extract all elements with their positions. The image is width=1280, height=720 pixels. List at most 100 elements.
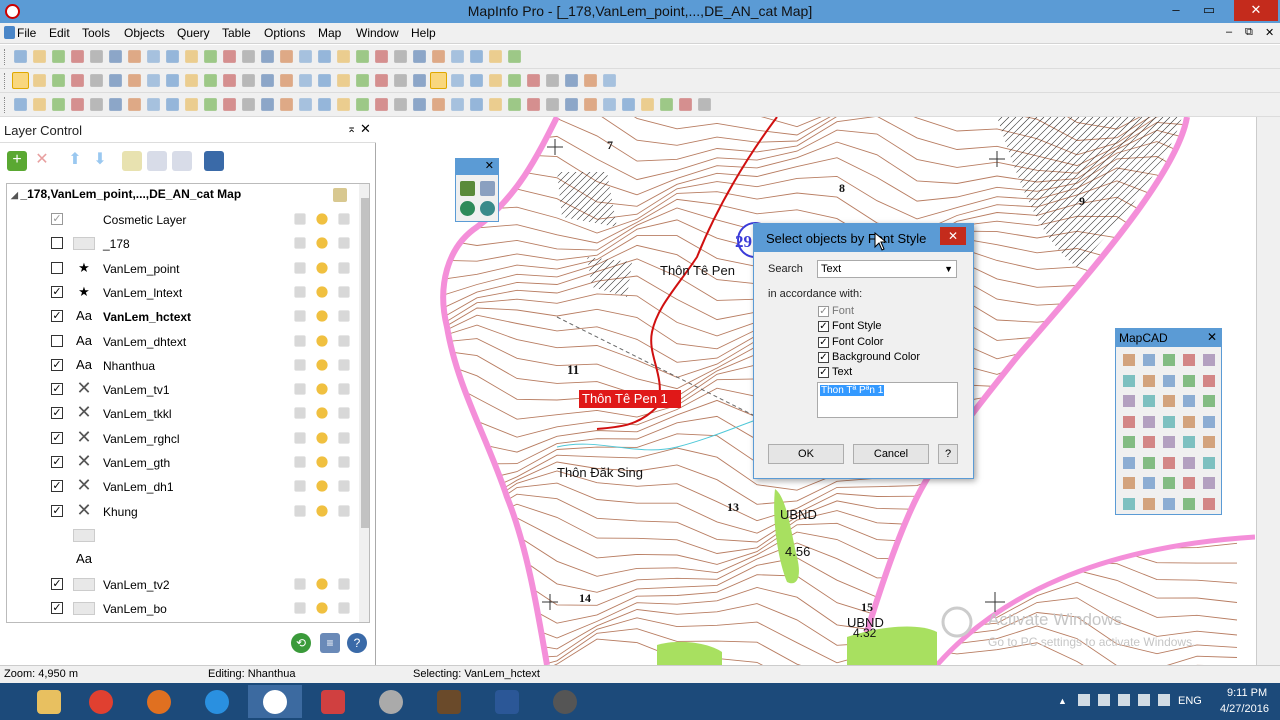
mapcad-tool-button[interactable]: [1163, 497, 1175, 510]
editable-icon[interactable]: [294, 383, 306, 395]
toolbar-button[interactable]: [565, 98, 578, 111]
toolbar-button[interactable]: [337, 50, 350, 63]
toolbar-button[interactable]: [356, 50, 369, 63]
toolbar-grip[interactable]: [4, 49, 7, 65]
layer-options-button[interactable]: [204, 151, 224, 171]
mapcad-tool-button[interactable]: [1163, 374, 1175, 387]
label-icon[interactable]: [338, 286, 350, 298]
network-icon[interactable]: [1098, 694, 1110, 706]
toolbar-button[interactable]: [90, 50, 103, 63]
selectable-icon[interactable]: [316, 261, 328, 274]
layer-visibility-checkbox[interactable]: [51, 261, 63, 274]
label-icon[interactable]: [338, 480, 350, 492]
toolbar-button[interactable]: [660, 98, 673, 111]
toolbar-button[interactable]: [337, 74, 350, 87]
map-label[interactable]: 13: [727, 500, 739, 514]
map-label[interactable]: UBND: [780, 507, 817, 522]
mapcad-tool-button[interactable]: [1123, 497, 1135, 510]
toolbar-button[interactable]: [394, 98, 407, 111]
map-label[interactable]: 11: [567, 362, 579, 377]
toolbar-button[interactable]: [33, 98, 46, 111]
selectable-icon[interactable]: [316, 480, 328, 492]
label-icon[interactable]: [338, 407, 350, 419]
editable-icon[interactable]: [294, 310, 306, 322]
toolbar-button[interactable]: [166, 98, 179, 111]
globe-icon[interactable]: [460, 201, 475, 216]
map-label[interactable]: 8: [839, 181, 845, 195]
selectable-icon[interactable]: [316, 310, 328, 322]
volume-icon[interactable]: [1158, 694, 1170, 706]
text-field[interactable]: Thon Tª Pªn 1: [817, 382, 958, 418]
mapcad-tool-button[interactable]: [1123, 395, 1135, 407]
menu-objects[interactable]: Objects: [124, 26, 165, 40]
layer-row[interactable]: ✓ Aa Nhanthua: [7, 354, 353, 378]
toolbar-button[interactable]: [71, 50, 84, 63]
tray-icon[interactable]: [1118, 694, 1130, 706]
layer-visibility-checkbox[interactable]: ✓: [51, 504, 63, 517]
mapcad-tool-button[interactable]: [1203, 395, 1215, 407]
menu-query[interactable]: Query: [177, 26, 210, 40]
layer-visibility-checkbox[interactable]: ✓: [51, 213, 63, 225]
label-icon[interactable]: [338, 577, 350, 590]
toolbar-button[interactable]: [451, 50, 464, 63]
mapcad-tool-button[interactable]: [1143, 374, 1155, 387]
tray-caret-icon[interactable]: ▲: [1058, 696, 1067, 706]
editable-icon[interactable]: [294, 286, 306, 298]
search-select[interactable]: Text ▼: [817, 260, 957, 278]
toolbar-button[interactable]: [470, 50, 483, 63]
layer-visibility-checkbox[interactable]: ✓: [51, 601, 63, 614]
toolbar-button[interactable]: [375, 50, 388, 63]
toolbar-button[interactable]: [489, 74, 502, 87]
layer-list-scrollbar[interactable]: [359, 184, 369, 622]
layer-settings-button[interactable]: ≡: [320, 633, 340, 653]
editable-icon[interactable]: [294, 261, 306, 274]
help-button[interactable]: ?: [938, 444, 958, 464]
layer-display-button[interactable]: [147, 151, 167, 171]
label-icon[interactable]: [338, 213, 350, 225]
selectable-icon[interactable]: [316, 383, 328, 395]
layer-row[interactable]: Aa VanLem_dhtext: [7, 330, 353, 354]
toolbar-button[interactable]: [90, 98, 103, 111]
toolbar-button[interactable]: [147, 98, 160, 111]
toolbar-button[interactable]: [242, 74, 255, 87]
map-label[interactable]: 4.56: [785, 544, 810, 559]
toolbar-button[interactable]: [432, 50, 445, 63]
layer-visibility-checkbox[interactable]: ✓: [51, 285, 63, 298]
doc-icon[interactable]: [4, 26, 15, 39]
toolbar-button[interactable]: [451, 98, 464, 111]
label-icon[interactable]: [338, 602, 350, 614]
editable-icon[interactable]: [294, 237, 306, 249]
toolbar-button[interactable]: [430, 72, 447, 89]
layer-row[interactable]: Aa: [7, 548, 353, 572]
layer-row[interactable]: ✓ ✕ VanLem_tv1: [7, 378, 353, 402]
toolbar-button[interactable]: [584, 74, 597, 87]
toolbar-button[interactable]: [147, 74, 160, 87]
ok-button[interactable]: OK: [768, 444, 844, 464]
mdi-restore-button[interactable]: ⧉: [1245, 26, 1253, 39]
selectable-icon[interactable]: [316, 602, 328, 614]
mapcad-tool-button[interactable]: [1183, 374, 1195, 387]
layer-row[interactable]: ✓ Aa VanLem_hctext: [7, 305, 353, 329]
toolbar-button[interactable]: [90, 74, 103, 87]
mapcad-tool-button[interactable]: [1203, 456, 1215, 469]
selecting-status[interactable]: Selecting: VanLem_hctext: [413, 668, 540, 680]
toolbar-button[interactable]: [470, 98, 483, 111]
taskbar-file-explorer[interactable]: [22, 685, 76, 718]
mapcad-tool-button[interactable]: [1123, 456, 1135, 469]
toolbar-button[interactable]: [679, 98, 692, 111]
scrollbar-thumb[interactable]: [361, 198, 369, 528]
mdi-minimize-button[interactable]: –: [1226, 26, 1232, 38]
toolbar-button[interactable]: [185, 74, 198, 87]
editable-icon[interactable]: [294, 334, 306, 347]
maximize-button[interactable]: ▭: [1193, 0, 1225, 21]
layer-visibility-checkbox[interactable]: [51, 237, 63, 250]
layer-visibility-checkbox[interactable]: ✓: [51, 310, 63, 323]
close-button[interactable]: ✕: [1234, 0, 1278, 21]
toolbar-button[interactable]: [432, 98, 445, 111]
toolbar-button[interactable]: [375, 98, 388, 111]
toolbar-button[interactable]: [52, 50, 65, 63]
toolbar-button[interactable]: [356, 74, 369, 87]
layer-row[interactable]: _178: [7, 232, 353, 256]
taskbar-app[interactable]: [306, 685, 360, 718]
layer-row[interactable]: ✓ VanLem_bo: [7, 597, 353, 621]
